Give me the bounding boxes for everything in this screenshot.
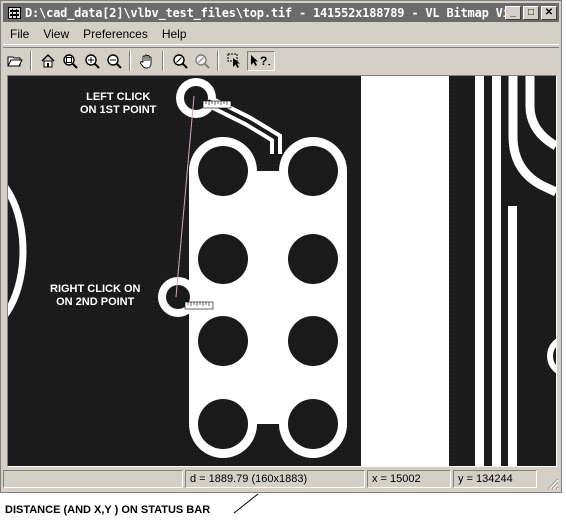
close-button[interactable]: ✕ xyxy=(541,5,557,20)
zoom-fit-icon[interactable] xyxy=(60,51,80,71)
caption-text: DISTANCE (AND X,Y ) ON STATUS BAR xyxy=(5,504,211,516)
toolbar: ? xyxy=(3,47,559,74)
measure-disabled-icon[interactable] xyxy=(192,51,212,71)
minimize-button[interactable]: _ xyxy=(505,5,521,20)
menu-view[interactable]: View xyxy=(36,27,76,41)
bitmap-viewport[interactable]: LEFT CLICK ON 1ST POINT RIGHT CLICK ON O… xyxy=(7,75,557,467)
toolbar-separator xyxy=(129,51,131,71)
menu-help[interactable]: Help xyxy=(155,27,194,41)
zoom-in-icon[interactable] xyxy=(82,51,102,71)
menu-preferences[interactable]: Preferences xyxy=(76,27,155,41)
annotation-second-point-text: RIGHT CLICK ON ON 2ND POINT xyxy=(50,283,141,308)
annotation-second-point: RIGHT CLICK ON ON 2ND POINT xyxy=(50,283,140,309)
status-y: y = 134244 xyxy=(453,470,537,488)
toolbar-separator xyxy=(30,51,32,71)
ruler-cursor-icon xyxy=(184,301,214,310)
title-bar[interactable]: D:\cad_data[2]\vlbv_test_files\top.tif -… xyxy=(3,3,559,22)
annotation-first-point: LEFT CLICK ON 1ST POINT xyxy=(80,91,156,117)
status-pane-message xyxy=(3,470,183,488)
measure-icon[interactable] xyxy=(170,51,190,71)
menu-bar: File View Preferences Help xyxy=(3,24,559,45)
toolbar-separator xyxy=(217,51,219,71)
pcb-bitmap-image xyxy=(8,76,556,466)
zoom-out-icon[interactable] xyxy=(104,51,124,71)
pan-hand-icon[interactable] xyxy=(137,51,157,71)
close-icon: ✕ xyxy=(544,6,554,18)
status-distance: d = 1889.79 (160x1883) xyxy=(185,470,365,488)
resize-grip-icon[interactable] xyxy=(545,476,559,490)
whats-this-help-icon[interactable]: ? xyxy=(247,51,275,71)
menu-file[interactable]: File xyxy=(3,27,36,41)
app-window: D:\cad_data[2]\vlbv_test_files\top.tif -… xyxy=(0,0,562,493)
minimize-icon: _ xyxy=(510,6,516,18)
status-bar: d = 1889.79 (160x1883) x = 15002 y = 134… xyxy=(3,470,559,490)
status-x: x = 15002 xyxy=(367,470,451,488)
app-icon xyxy=(7,6,21,20)
svg-text:?: ? xyxy=(260,54,267,68)
ruler-cursor-icon xyxy=(202,100,232,109)
home-icon[interactable] xyxy=(38,51,58,71)
toolbar-separator xyxy=(162,51,164,71)
select-arrow-icon[interactable] xyxy=(225,51,245,71)
open-folder-icon[interactable] xyxy=(5,51,25,71)
maximize-icon: □ xyxy=(527,6,535,18)
window-title: D:\cad_data[2]\vlbv_test_files\top.tif -… xyxy=(25,5,505,20)
maximize-button[interactable]: □ xyxy=(523,5,539,20)
annotation-first-point-text: LEFT CLICK ON 1ST POINT xyxy=(80,91,157,116)
